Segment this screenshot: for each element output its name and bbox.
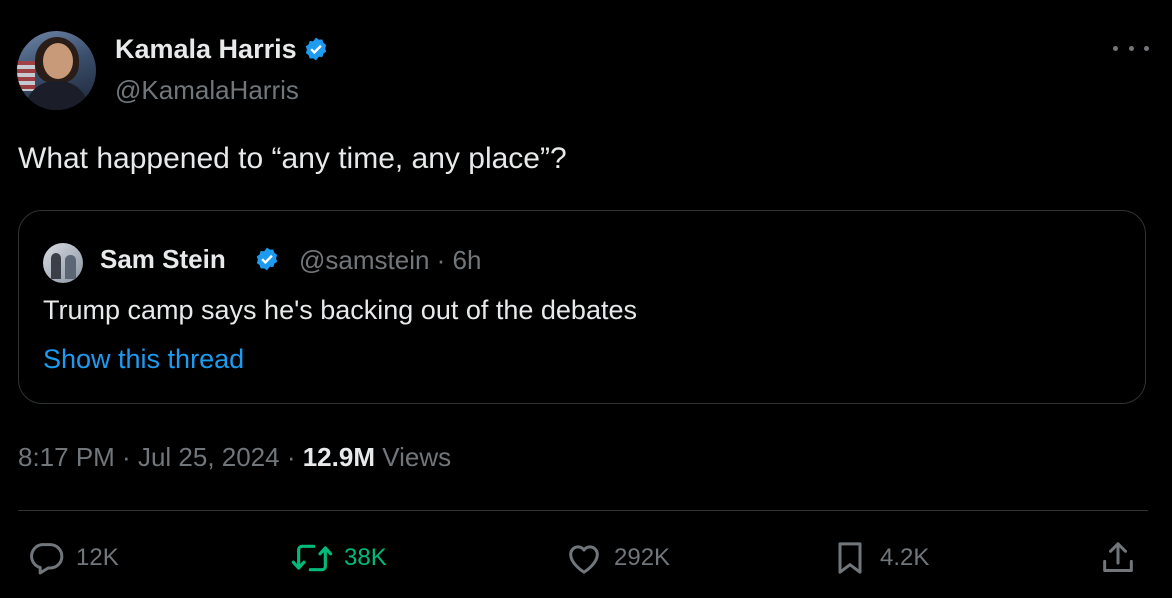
repost-button[interactable]: 38K — [290, 538, 387, 578]
meta-separator: · — [279, 442, 303, 472]
reply-count: 12K — [76, 544, 119, 571]
like-button[interactable]: 292K — [564, 538, 670, 578]
quoted-tweet-card[interactable]: Sam Stein @samstein · 6h Trump camp says… — [18, 210, 1146, 404]
meta-separator: · — [114, 442, 138, 472]
reply-bubble-icon-outline — [30, 543, 64, 575]
show-thread-link[interactable]: Show this thread — [43, 344, 244, 375]
more-dot — [1144, 45, 1149, 51]
views-label: Views — [374, 442, 452, 472]
share-upload-icon-strokes — [1103, 542, 1133, 572]
quoted-author-name[interactable]: Sam Stein — [100, 244, 226, 275]
quoted-tweet-text: Trump camp says he's backing out of the … — [43, 295, 637, 325]
quoted-author-handle-and-age[interactable]: @samstein · 6h — [299, 245, 481, 276]
reply-bubble-icon — [30, 543, 64, 575]
quoted-author-avatar[interactable] — [43, 243, 83, 283]
author-avatar[interactable] — [17, 31, 96, 110]
views-count[interactable]: 12.9M — [303, 442, 375, 472]
verified-badge-icon-body — [256, 247, 278, 271]
author-handle[interactable]: @KamalaHarris — [115, 75, 299, 106]
more-horizontal-icon[interactable] — [1113, 36, 1149, 60]
repost-arrows-icon-strokes — [291, 544, 333, 572]
bookmark-count: 4.2K — [880, 544, 930, 571]
bookmark-button[interactable]: 4.2K — [830, 538, 929, 578]
avatar-figure — [65, 255, 76, 279]
avatar-figure — [51, 253, 61, 279]
tweet-metadata: 8:17 PM · Jul 25, 2024 · 12.9M Views — [18, 442, 451, 473]
author-name[interactable]: Kamala Harris — [115, 34, 297, 64]
more-dot — [1128, 45, 1134, 51]
avatar-face — [43, 43, 73, 79]
like-count: 292K — [614, 544, 671, 571]
author-name-row: Kamala Harris — [115, 34, 329, 65]
heart-icon-outline — [569, 545, 599, 574]
heart-icon — [569, 545, 599, 574]
share-upload-icon — [1103, 542, 1133, 572]
verified-badge-icon-svg — [256, 247, 278, 271]
verified-badge-icon[interactable] — [254, 246, 280, 272]
tweet-text: What happened to “any time, any place”? — [18, 142, 567, 175]
share-button[interactable] — [1098, 538, 1138, 578]
verified-badge-icon-body — [305, 37, 326, 61]
repost-count: 38K — [344, 544, 387, 571]
tweet-time[interactable]: 8:17 PM — [18, 442, 115, 472]
bookmark-icon-outline — [838, 542, 862, 574]
avatar-flag-background — [17, 61, 35, 91]
reply-button[interactable]: 12K — [26, 538, 119, 578]
verified-badge-icon-svg — [305, 37, 326, 61]
verified-badge-icon[interactable] — [303, 36, 329, 62]
repost-arrows-icon — [291, 544, 333, 572]
more-dot — [1113, 45, 1118, 51]
tweet-date[interactable]: Jul 25, 2024 — [138, 442, 280, 472]
actions-divider — [18, 510, 1148, 511]
bookmark-icon — [838, 542, 862, 574]
